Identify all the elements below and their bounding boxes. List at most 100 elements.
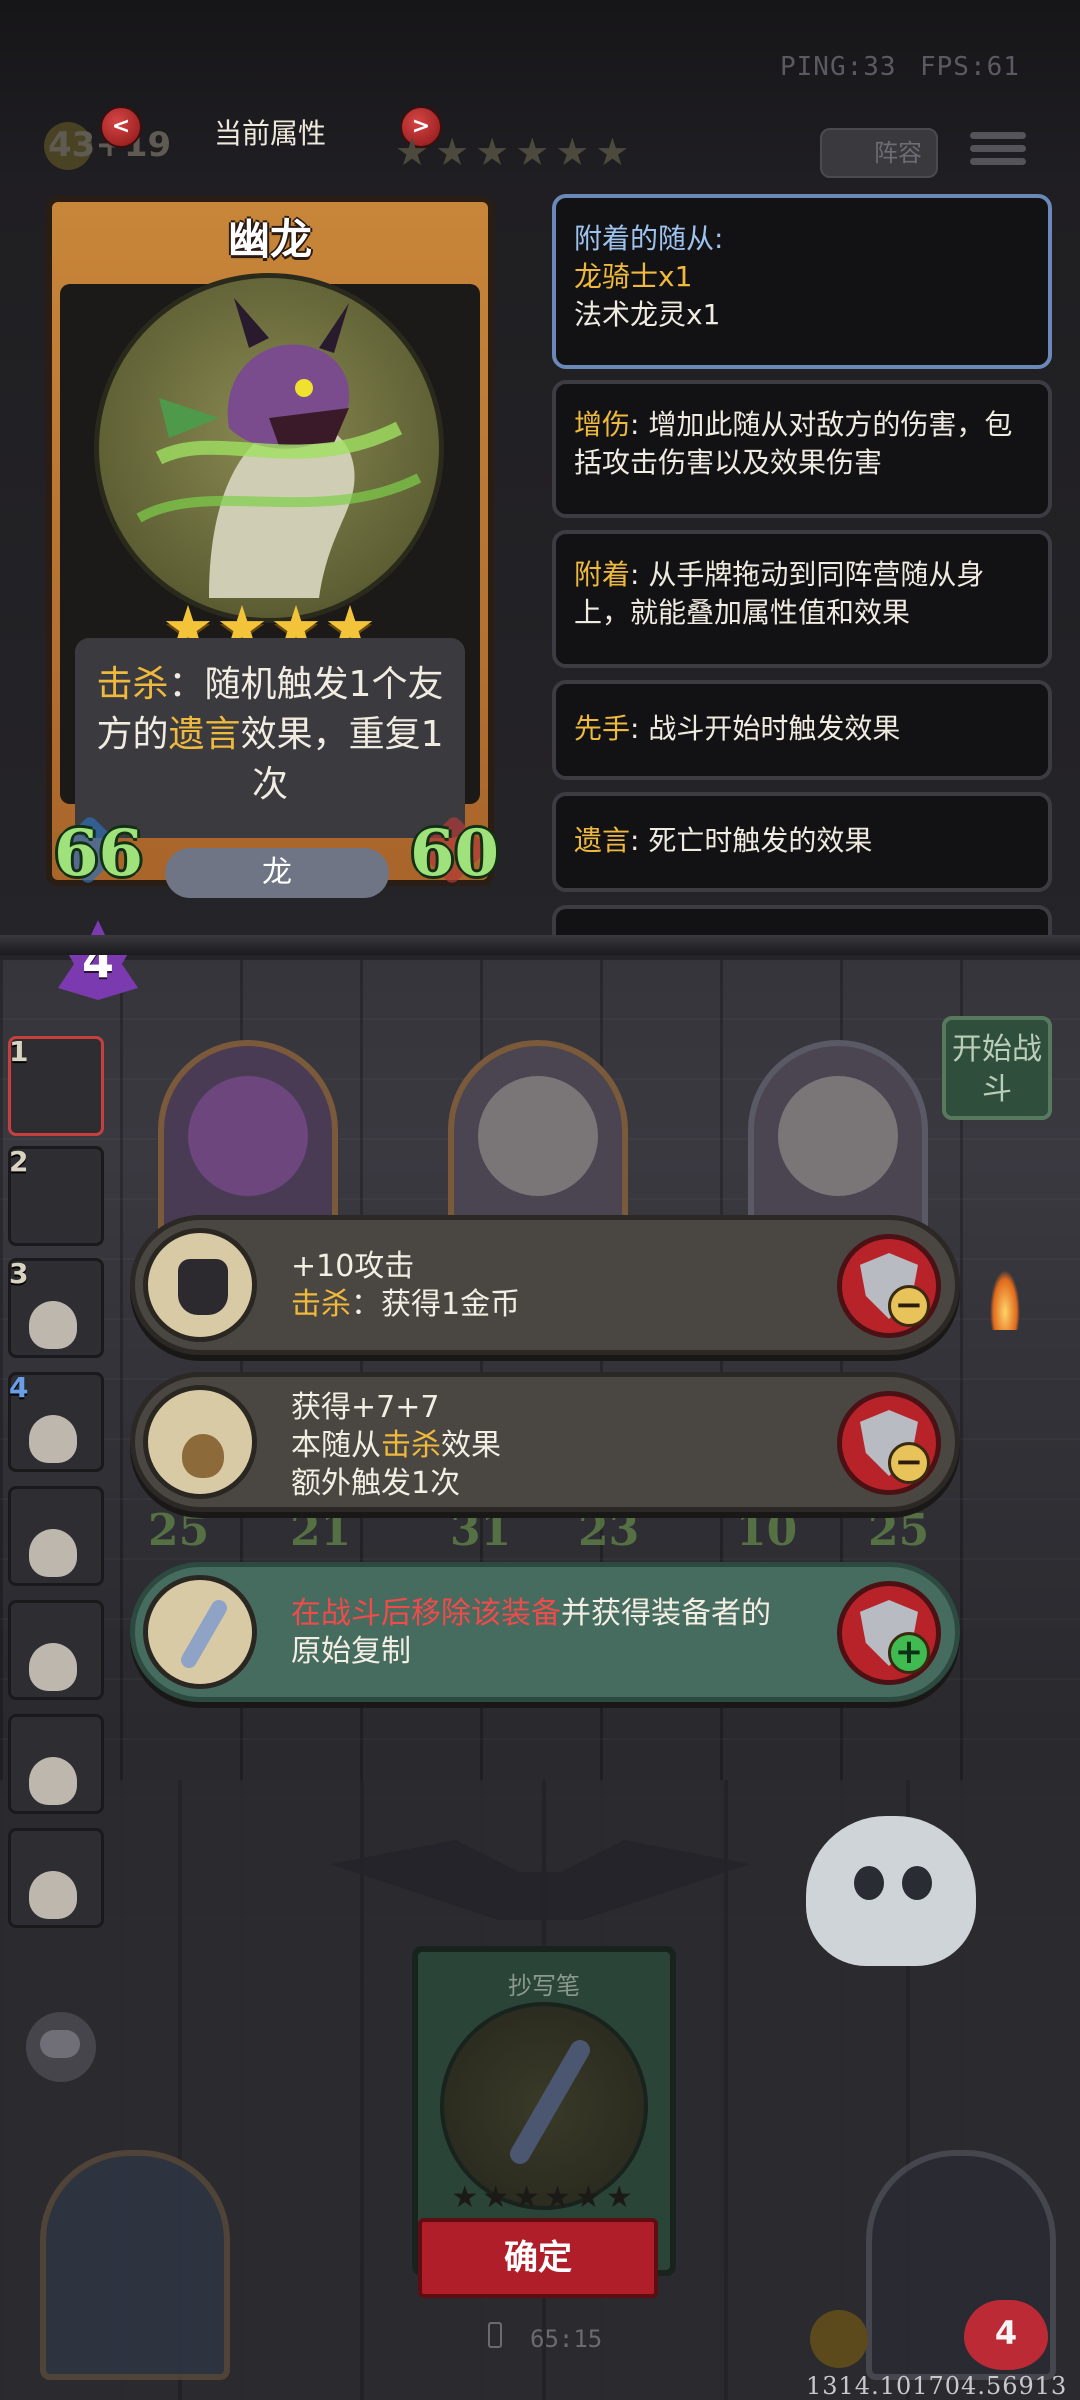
hourglass-icon <box>488 2322 502 2348</box>
equipment-line: 原始复制 <box>291 1634 411 1669</box>
unequip-button[interactable]: − <box>837 1391 941 1495</box>
keyword-panel-first-strike: 先手: 战斗开始时触发效果 <box>552 680 1052 780</box>
ability-keyword-2: 遗言 <box>168 714 241 755</box>
board-health: 21 <box>290 1505 352 1556</box>
equipment-name: 抄写笔 <box>508 1972 580 2000</box>
slot-number: 3 <box>9 1257 29 1290</box>
torch-flame <box>990 1270 1020 1330</box>
quill-icon <box>143 1575 257 1689</box>
gold-amount: 43 <box>48 125 96 165</box>
board-attack: 25 <box>148 1505 210 1556</box>
unit-name: 幽龙 <box>227 215 312 264</box>
equipment-desc: 获得+7+7 本随从击杀效果 额外触发1次 <box>291 1389 501 1503</box>
minion-portrait <box>778 1076 898 1196</box>
board-health: 25 <box>868 1505 930 1556</box>
equipment-item-preview: 在战斗后移除该装备并获得装备者的 原始复制 + <box>130 1562 960 1702</box>
ability-keyword: 击杀 <box>96 664 169 705</box>
attribute-switcher: < 当前属性 > <box>100 100 442 160</box>
equipment-line: 获得+7+7 <box>291 1390 440 1425</box>
slot-number: 1 <box>9 1035 29 1068</box>
keyword-attach: 附着 <box>574 558 631 591</box>
lineup-slot[interactable] <box>8 1714 104 1814</box>
equipment-item: +10攻击 击杀：获得1金币 − <box>130 1215 960 1355</box>
turn-timer: 65:15 <box>530 2325 603 2353</box>
attached-head: 附着的随从: <box>574 222 724 255</box>
minion-portrait <box>478 1076 598 1196</box>
keyword-panel-deathrattle: 遗言: 死亡时触发的效果 <box>552 792 1052 892</box>
attached-ally-1: 龙骑士x1 <box>574 260 693 293</box>
quill-icon <box>440 2002 648 2210</box>
tier-badge: 4 <box>48 920 148 1010</box>
ghost-mascot[interactable] <box>806 1816 976 1966</box>
build-number: 1314.101704.56913 <box>806 2372 1068 2400</box>
skull-icon <box>29 1529 77 1577</box>
equipment-line: +10攻击 <box>291 1249 415 1284</box>
equipment-line: ：获得1金币 <box>351 1287 521 1322</box>
equipment-warning: 在战斗后移除该装备 <box>291 1596 561 1631</box>
lineup-slot[interactable]: 2 <box>8 1145 104 1246</box>
equipment-line: 本随从 <box>291 1428 381 1463</box>
skull-icon <box>29 1301 77 1349</box>
attack-value: 66 <box>54 816 144 891</box>
skull-icon <box>29 1757 77 1805</box>
ability-text: 击杀：随机触发1个友方的遗言效果，重复1次 <box>75 638 465 838</box>
chat-icon[interactable] <box>26 2012 96 2082</box>
equipment-line: 额外触发1次 <box>291 1466 461 1501</box>
minion-portrait <box>188 1076 308 1196</box>
fps-readout: FPS:61 <box>920 52 1020 82</box>
confirm-button[interactable]: 确定 <box>418 2218 658 2298</box>
unit-detail-card: 幽龙 ★★★★ 击杀：随机触发1个友方的遗言效果，重复1次 66 龙 60 <box>30 188 510 908</box>
glove-icon <box>143 1228 257 1342</box>
equipment-stars: ★★★★★★ <box>451 2180 637 2215</box>
minus-icon: − <box>888 1442 930 1484</box>
attached-ally-2: 法术龙灵x1 <box>574 298 721 331</box>
equipment-desc: +10攻击 击杀：获得1金币 <box>291 1248 520 1324</box>
skull-icon <box>29 1643 77 1691</box>
board-attack: 10 <box>736 1505 798 1556</box>
lineup-slot[interactable] <box>8 1486 104 1586</box>
lineup-slot[interactable]: 4 <box>8 1371 104 1472</box>
lineup-button[interactable]: 阵容 <box>820 128 938 178</box>
slot-number: 4 <box>9 1371 29 1404</box>
equipment-line: 并获得装备者的 <box>561 1596 771 1631</box>
lineup-slot[interactable]: 1 <box>8 1035 104 1136</box>
panel-frame-divider <box>0 935 1080 955</box>
equipment-keyword: 击杀 <box>381 1428 441 1463</box>
minus-icon: − <box>888 1285 930 1327</box>
keyword-damage-desc: : 增加此随从对敌方的伤害，包括攻击伤害以及效果伤害 <box>574 408 1013 479</box>
unequip-button[interactable]: − <box>837 1234 941 1338</box>
dragon-portrait <box>94 273 444 623</box>
start-battle-button[interactable]: 开始战斗 <box>942 1016 1052 1120</box>
lute-icon <box>143 1385 257 1499</box>
board-health: 23 <box>578 1505 640 1556</box>
menu-icon[interactable] <box>970 126 1026 180</box>
tavern-stars: ★★★★★★ <box>395 130 636 174</box>
keyword-panel-attach: 附着: 从手牌拖动到同阵营随从身上，就能叠加属性值和效果 <box>552 530 1052 668</box>
ping-readout: PING:33 <box>780 52 897 82</box>
keyword-first-strike: 先手 <box>574 712 631 745</box>
health-value: 60 <box>410 816 500 891</box>
tribe-badge: 龙 <box>165 848 389 898</box>
keyword-panel-damage: 增伤: 增加此随从对敌方的伤害，包括攻击伤害以及效果伤害 <box>552 380 1052 518</box>
player-hero-portrait[interactable] <box>40 2150 230 2380</box>
skull-icon <box>29 1415 77 1463</box>
lineup-slot[interactable]: 3 <box>8 1257 104 1358</box>
lives-heart: 4 <box>964 2300 1048 2370</box>
keyword-deathrattle-desc: : 死亡时触发的效果 <box>630 824 873 857</box>
lineup-slot[interactable] <box>8 1828 104 1928</box>
keyword-first-strike-desc: : 战斗开始时触发效果 <box>630 712 901 745</box>
attached-minions-panel: 附着的随从: 龙骑士x1 法术龙灵x1 <box>552 194 1052 369</box>
board-attack: 31 <box>450 1505 512 1556</box>
equipment-item: 获得+7+7 本随从击杀效果 额外触发1次 − <box>130 1372 960 1512</box>
keyword-damage: 增伤 <box>574 408 631 441</box>
equipment-desc: 在战斗后移除该装备并获得装备者的 原始复制 <box>291 1595 771 1671</box>
lineup-slot[interactable] <box>8 1600 104 1700</box>
equip-button[interactable]: + <box>837 1581 941 1685</box>
coin-icon <box>810 2310 868 2368</box>
ability-desc-2: 效果，重复1次 <box>240 714 444 805</box>
skull-icon <box>29 1871 77 1919</box>
prev-arrow-button[interactable]: < <box>100 106 142 148</box>
keyword-attach-desc: : 从手牌拖动到同阵营随从身上，就能叠加属性值和效果 <box>574 558 985 629</box>
equipment-keyword: 击杀 <box>291 1287 351 1322</box>
slot-number: 2 <box>9 1145 29 1178</box>
